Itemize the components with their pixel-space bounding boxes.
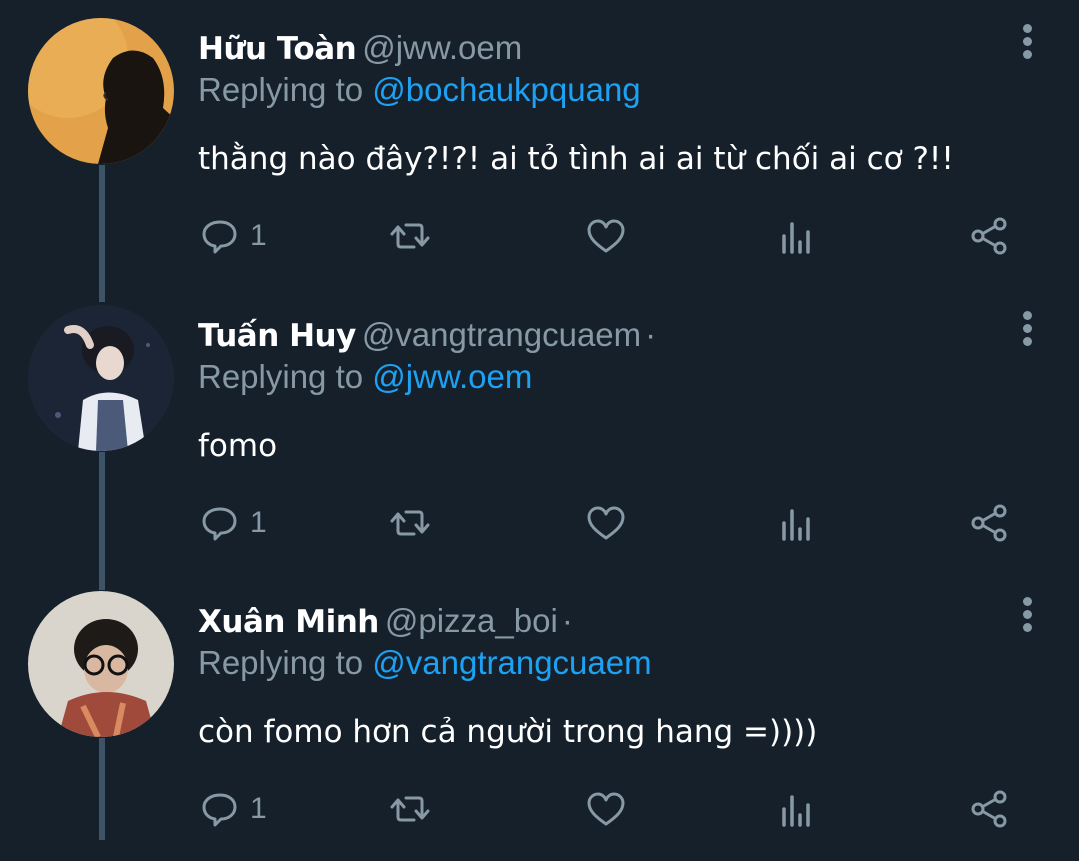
display-name[interactable]: Hữu Toàn	[198, 31, 357, 67]
user-handle[interactable]: @pizza_boi	[385, 602, 558, 639]
avatar[interactable]	[28, 305, 174, 451]
reply-icon	[202, 507, 237, 541]
display-name[interactable]: Tuấn Huy	[198, 318, 356, 354]
share-icon	[971, 504, 1007, 542]
tweet-header: Xuân Minh @pizza_boi ·	[198, 601, 573, 642]
replying-to: Replying to @jww.oem	[198, 357, 532, 397]
share-button[interactable]	[968, 785, 1012, 833]
reply-button[interactable]: 1	[198, 212, 267, 260]
mention-link[interactable]: @jww.oem	[372, 358, 532, 395]
like-button[interactable]	[584, 499, 628, 547]
replying-to-label: Replying to	[198, 71, 364, 108]
display-name[interactable]: Xuân Minh	[198, 604, 379, 640]
reply-icon	[202, 793, 237, 827]
avatar[interactable]	[28, 18, 174, 164]
separator-dot: ·	[561, 602, 573, 639]
reply-button[interactable]: 1	[198, 785, 267, 833]
like-icon	[587, 792, 625, 826]
replying-to-label: Replying to	[198, 358, 364, 395]
analytics-icon	[782, 509, 810, 541]
more-icon[interactable]	[1015, 311, 1039, 351]
share-button[interactable]	[968, 499, 1012, 547]
share-icon	[971, 790, 1007, 828]
more-icon[interactable]	[1015, 24, 1039, 64]
tweet[interactable]: Xuân Minh @pizza_boi · Replying to @vangtr…	[0, 573, 1079, 861]
tweet-text: thằng nào đây?!?! ai tỏ tình ai ai từ ch…	[198, 141, 954, 177]
analytics-icon	[782, 795, 810, 827]
mention-link[interactable]: @vangtrangcuaem	[372, 644, 651, 681]
analytics-button[interactable]	[776, 212, 820, 260]
tweet-text: còn fomo hơn cả người trong hang =))))	[198, 714, 818, 750]
reply-count: 1	[250, 219, 267, 252]
reply-count: 1	[250, 506, 267, 539]
tweet[interactable]: Hữu Toàn @jww.oem Replying to @bochaukpqu…	[0, 0, 1079, 288]
retweet-icon	[390, 510, 430, 536]
separator-dot: ·	[645, 316, 657, 353]
retweet-button[interactable]	[388, 212, 432, 260]
action-bar: 1	[198, 212, 1028, 260]
analytics-button[interactable]	[776, 499, 820, 547]
tweet-header: Tuấn Huy @vangtrangcuaem ·	[198, 315, 656, 356]
like-icon	[587, 506, 625, 540]
share-button[interactable]	[968, 212, 1012, 260]
mention-link[interactable]: @bochaukpquang	[372, 71, 640, 108]
action-bar: 1	[198, 499, 1028, 547]
reply-count: 1	[250, 792, 267, 825]
retweet-button[interactable]	[388, 785, 432, 833]
like-icon	[587, 219, 625, 253]
analytics-icon	[782, 222, 810, 254]
replying-to-label: Replying to	[198, 644, 364, 681]
analytics-button[interactable]	[776, 785, 820, 833]
tweet-header: Hữu Toàn @jww.oem	[198, 28, 522, 69]
tweet[interactable]: Tuấn Huy @vangtrangcuaem · Replying to @jw…	[0, 287, 1079, 575]
user-handle[interactable]: @vangtrangcuaem	[362, 316, 641, 353]
share-icon	[971, 217, 1007, 255]
like-button[interactable]	[584, 785, 628, 833]
retweet-button[interactable]	[388, 499, 432, 547]
reply-button[interactable]: 1	[198, 499, 267, 547]
user-handle[interactable]: @jww.oem	[362, 29, 522, 66]
tweet-text: fomo	[198, 428, 278, 464]
retweet-icon	[390, 223, 430, 249]
action-bar: 1	[198, 785, 1028, 833]
retweet-icon	[390, 796, 430, 822]
avatar[interactable]	[28, 591, 174, 737]
like-button[interactable]	[584, 212, 628, 260]
reply-icon	[202, 220, 237, 254]
replying-to: Replying to @bochaukpquang	[198, 70, 641, 110]
more-icon[interactable]	[1015, 597, 1039, 637]
replying-to: Replying to @vangtrangcuaem	[198, 643, 652, 683]
